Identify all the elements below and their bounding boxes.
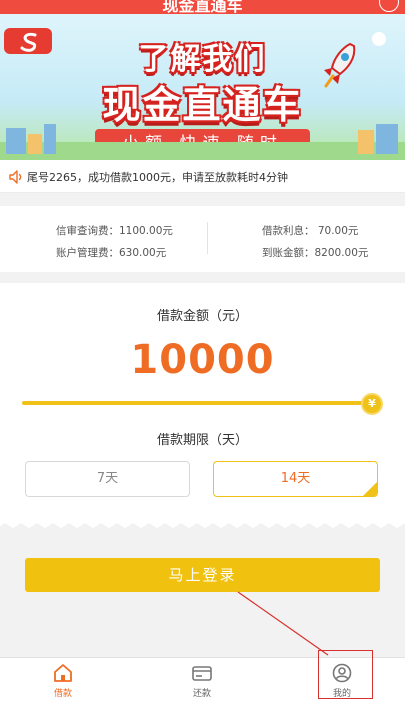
tab-borrow[interactable]: 借款 (23, 658, 103, 702)
tab-repay-label: 还款 (192, 689, 211, 699)
fee-summary: 信审查询费：1100.00元 账户管理费：630.00元 借款利息： 70.00… (0, 206, 405, 272)
promo-banner[interactable]: 了解我们 现金直通车 小额 快速 随时 (0, 14, 405, 160)
zigzag-divider (0, 519, 405, 528)
notice-text: 尾号2265，成功借款1000元，申请至放款耗时4分钟 (27, 171, 288, 184)
term-14-days-button[interactable]: 14天 (213, 461, 378, 497)
tab-borrow-label: 借款 (53, 689, 72, 699)
received-amount: 到账金额：8200.00元 (262, 247, 369, 259)
top-bar: 现金直通车 ··· (0, 0, 405, 14)
city-skyline-decoration (0, 124, 405, 160)
app-screen: 现金直通车 ··· 了解我们 现金直通车 小额 快速 随时 (0, 0, 405, 702)
amount-label: 借款金额（元） (156, 309, 248, 324)
amount-value: 10000 (130, 337, 275, 383)
page-title: 现金直通车 (162, 0, 243, 14)
term-7-days-button[interactable]: 7天 (25, 461, 190, 497)
rocket-icon (324, 42, 356, 88)
account-fee: 账户管理费：630.00元 (56, 247, 167, 259)
loan-form: 借款金额（元） 10000 ¥ 借款期限（天） 7天 14天 (0, 283, 405, 523)
term-label: 借款期限（天） (156, 433, 248, 448)
login-button[interactable]: 马上登录 (25, 558, 380, 592)
selected-check-icon (363, 482, 377, 496)
term-14-label: 14天 (280, 471, 311, 486)
planet-decoration (372, 32, 386, 46)
speaker-icon (9, 170, 22, 184)
interest-fee: 借款利息： 70.00元 (262, 225, 359, 237)
slider-handle-icon[interactable]: ¥ (361, 393, 383, 415)
amount-slider[interactable] (22, 401, 374, 405)
highlight-box (318, 650, 373, 699)
home-icon (54, 664, 72, 682)
tab-repay[interactable]: 还款 (162, 658, 242, 702)
repay-card-icon (192, 666, 212, 681)
fee-divider (207, 222, 208, 254)
review-fee: 信审查询费：1100.00元 (56, 225, 173, 237)
loan-notice-bar: 尾号2265，成功借款1000元，申请至放款耗时4分钟 (0, 160, 405, 193)
